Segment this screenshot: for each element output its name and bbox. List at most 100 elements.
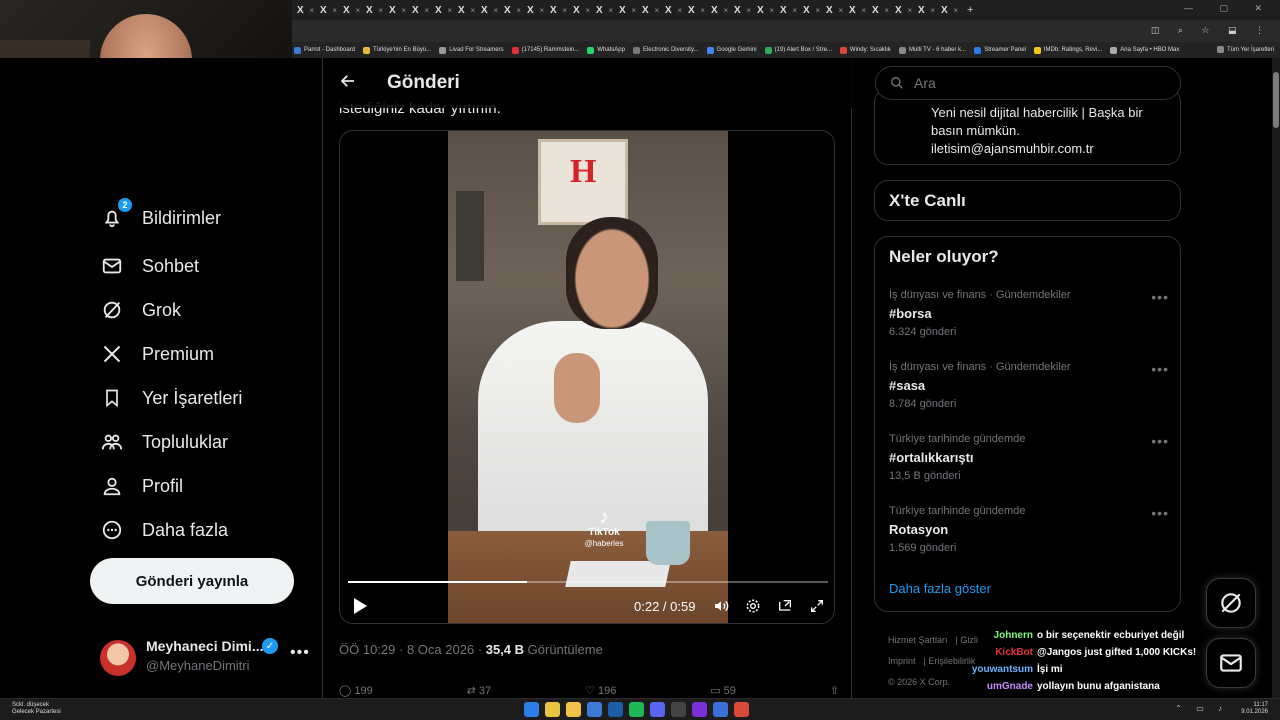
share-icon[interactable]: ⇧ [830,684,839,697]
start-icon[interactable] [524,702,539,717]
browser-tab[interactable]: X × [846,2,869,18]
close-tab-icon[interactable]: × [332,6,337,15]
close-tab-icon[interactable]: × [516,6,521,15]
bookmark-item[interactable]: Windy: Sıcaklık [839,46,891,54]
fullscreen-icon[interactable] [808,597,826,615]
close-tab-icon[interactable]: × [631,6,636,15]
video-frame[interactable]: H [448,131,728,623]
close-tab-icon[interactable]: × [769,6,774,15]
close-tab-icon[interactable]: × [953,6,958,15]
bookmark-item[interactable]: Streamer Panel [974,46,1026,54]
browser-tab[interactable]: X × [432,2,455,18]
chrome-icon[interactable] [545,702,560,717]
close-tab-icon[interactable]: × [723,6,728,15]
close-tab-icon[interactable]: × [838,6,843,15]
browser-tab[interactable]: X × [363,2,386,18]
browser-tab[interactable]: X × [570,2,593,18]
close-tab-icon[interactable]: × [378,6,383,15]
trend-more-icon[interactable]: ••• [1151,433,1169,449]
browser-tab[interactable]: X × [639,2,662,18]
bookmark-item[interactable]: Ana Sayfa • HBO Max [1110,46,1179,54]
browser-tab[interactable]: X × [800,2,823,18]
reply-button[interactable]: ◯ 199 [339,684,373,697]
trend-item[interactable]: Türkiye tarihinde gündemde #ortalıkkarış… [889,433,1169,482]
browser-tab[interactable]: X × [662,2,685,18]
browser-tab[interactable]: X × [593,2,616,18]
weather-widget[interactable]: Sckl. düşecek Gelecek Pazartesi [12,702,61,716]
video-player[interactable]: H ♪ TikTok @haberles 0:22 / 0:59 [339,130,835,624]
close-tab-icon[interactable]: × [700,6,705,15]
close-tab-icon[interactable]: × [930,6,935,15]
browser-tab[interactable]: X × [616,2,639,18]
live-card[interactable]: X'te Canlı [874,180,1181,221]
nav-bookmarks[interactable]: Yer İşaretleri [100,386,242,410]
play-icon[interactable] [352,597,368,615]
discord-icon[interactable] [650,702,665,717]
trend-more-icon[interactable]: ••• [1151,361,1169,377]
close-tab-icon[interactable]: × [493,6,498,15]
nav-profile[interactable]: Profil [100,474,183,498]
spotify-icon[interactable] [629,702,644,717]
browser-tab[interactable]: X × [386,2,409,18]
nav-premium[interactable]: Premium [100,342,214,366]
browser-tab[interactable]: X × [823,2,846,18]
close-tab-icon[interactable]: × [884,6,889,15]
video-progress-bar[interactable] [348,581,828,583]
account-switcher[interactable]: Meyhaneci Dimi... ✓ @MeyhaneDimitri ••• [100,634,310,684]
close-tab-icon[interactable]: × [401,6,406,15]
settings-gear-icon[interactable] [744,597,762,615]
bookmark-item[interactable]: Türkiye'nin En Büyü... [363,46,431,54]
footer-terms-link[interactable]: Hizmet Şartları [888,635,948,645]
browser-tab[interactable]: X × [731,2,754,18]
close-tab-icon[interactable]: × [746,6,751,15]
close-tab-icon[interactable]: × [355,6,360,15]
browser-tab[interactable]: X × [708,2,731,18]
bookmark-item[interactable]: Electronic Diversity... [632,46,699,54]
close-tab-icon[interactable]: × [309,6,314,15]
nav-notifications[interactable]: 2 Bildirimler [100,198,221,230]
close-tab-icon[interactable]: × [907,6,912,15]
more-dots-icon[interactable]: ••• [290,644,310,662]
bookmark-item[interactable]: Multi TV - 6 haber k... [898,46,966,54]
system-tray-icons[interactable]: ⌃ ▭ ♪ [1175,704,1228,713]
picture-in-picture-icon[interactable] [776,597,794,615]
footer-imprint-link[interactable]: Imprint [888,656,916,666]
app-icon[interactable] [734,702,749,717]
browser-tab[interactable]: X × [294,2,317,18]
bookmark-item[interactable]: (17145) Rammstein... [511,46,579,54]
app-icon[interactable] [692,702,707,717]
like-button[interactable]: ♡ 196 [585,684,616,697]
grok-fab-button[interactable] [1206,578,1256,628]
all-bookmarks[interactable]: Tüm Yer İşaretleri [1216,46,1274,53]
browser-tab[interactable]: X × [317,2,340,18]
trend-item[interactable]: İş dünyası ve finans · Gündemdekiler #bo… [889,289,1169,338]
browser-tab[interactable]: X × [455,2,478,18]
browser-tab[interactable]: X × [524,2,547,18]
steam-icon[interactable] [608,702,623,717]
volume-icon[interactable] [712,597,730,615]
search-input[interactable]: Ara [875,66,1181,100]
browser-tab[interactable]: X × [754,2,777,18]
trend-more-icon[interactable]: ••• [1151,289,1169,305]
close-tab-icon[interactable]: × [677,6,682,15]
obs-icon[interactable] [671,702,686,717]
browser-tab[interactable]: X × [501,2,524,18]
close-tab-icon[interactable]: × [608,6,613,15]
bookmark-button[interactable]: ▭ 59 [710,684,736,697]
browser-tab[interactable]: X × [478,2,501,18]
app-icon[interactable] [713,702,728,717]
close-tab-icon[interactable]: × [424,6,429,15]
scrollbar-thumb[interactable] [1273,72,1279,128]
close-tab-icon[interactable]: × [792,6,797,15]
close-tab-icon[interactable]: × [470,6,475,15]
trend-item[interactable]: İş dünyası ve finans · Gündemdekiler #sa… [889,361,1169,410]
close-tab-icon[interactable]: × [539,6,544,15]
nav-grok[interactable]: Grok [100,298,181,322]
trend-item[interactable]: Türkiye tarihinde gündemde Rotasyon 1.56… [889,505,1169,554]
browser-tab[interactable]: X × [869,2,892,18]
taskbar-clock[interactable]: 11:17 9.01.2026 [1241,702,1268,716]
new-tab-button[interactable]: + [967,4,973,16]
close-tab-icon[interactable]: × [562,6,567,15]
close-tab-icon[interactable]: × [654,6,659,15]
close-tab-icon[interactable]: × [585,6,590,15]
